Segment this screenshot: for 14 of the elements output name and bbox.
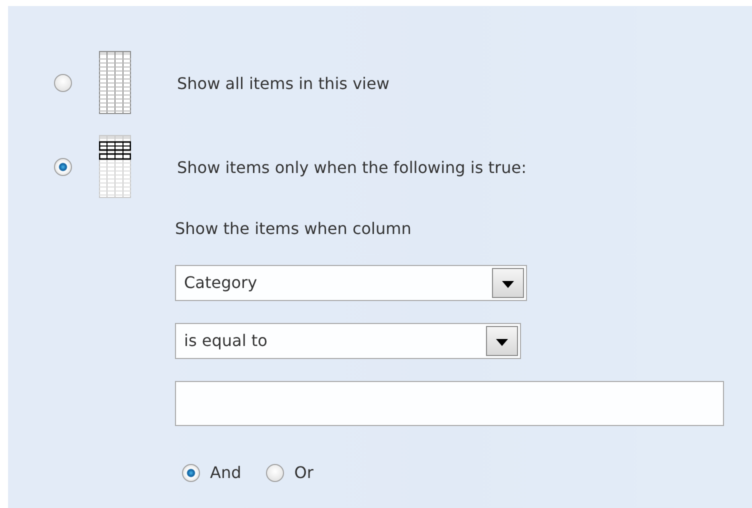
radio-button[interactable] <box>182 464 200 482</box>
condition-prompt: Show the items when column <box>175 219 412 238</box>
dropdown[interactable]: is equal to <box>175 323 521 359</box>
radio-label: Or <box>294 463 314 482</box>
option-label: Show items only when the following is true: <box>177 158 527 176</box>
radio-button[interactable] <box>266 464 284 482</box>
radio-label: And <box>210 463 242 482</box>
radio-button[interactable] <box>54 158 72 176</box>
value-field[interactable] <box>175 381 724 426</box>
radio-button[interactable] <box>54 74 72 92</box>
grid-icon <box>99 51 131 115</box>
option-label: Show all items in this view <box>177 74 390 92</box>
dropdown[interactable]: Category <box>175 265 527 301</box>
filtered-grid-icon <box>99 135 131 199</box>
